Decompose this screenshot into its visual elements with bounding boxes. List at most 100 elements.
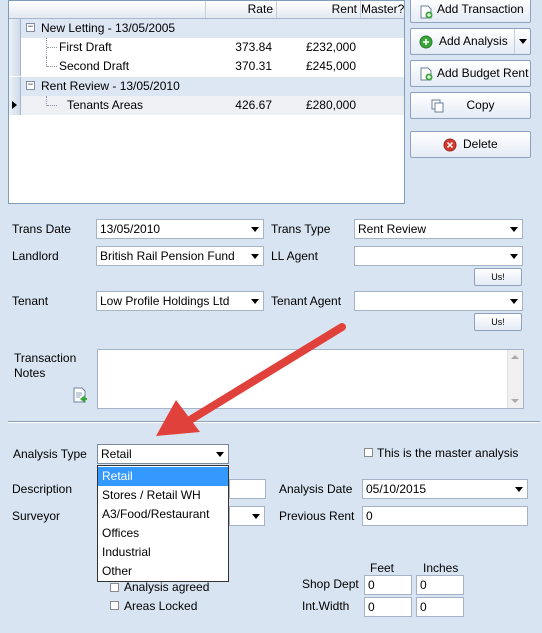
master-analysis-checkbox[interactable] — [364, 448, 373, 457]
table-row[interactable]: Second Draft 370.31 £245,000 — [9, 57, 404, 76]
column-header-rate[interactable]: Rate — [205, 1, 276, 18]
tenant-label: Tenant — [12, 294, 49, 308]
analysis-type-option-a3-food[interactable]: A3/Food/Restaurant — [98, 505, 228, 524]
analysis-type-value: Retail — [101, 447, 132, 461]
trans-date-dropdown[interactable] — [247, 220, 263, 238]
ll-agent-label: LL Agent — [271, 249, 318, 263]
trans-date-field[interactable]: 13/05/2010 — [96, 219, 264, 239]
surveyor-label: Surveyor — [12, 509, 61, 523]
previous-rent-field[interactable]: 0 — [362, 506, 528, 526]
ll-agent-select[interactable] — [354, 246, 523, 266]
column-header-master[interactable]: Master? — [360, 1, 404, 18]
delete-button[interactable]: Delete — [410, 131, 531, 158]
chevron-down-icon — [510, 254, 518, 259]
delete-icon — [443, 138, 457, 152]
tenant-dropdown[interactable] — [247, 292, 263, 310]
add-budget-rent-button[interactable]: Add Budget Rent — [410, 60, 531, 87]
tenant-select[interactable]: Low Profile Holdings Ltd — [96, 291, 264, 311]
tenant-agent-select[interactable] — [354, 291, 523, 311]
description-field[interactable] — [229, 479, 266, 499]
notes-scrollbar[interactable] — [507, 350, 523, 408]
analysis-type-option-stores[interactable]: Stores / Retail WH — [98, 486, 228, 505]
analysis-rate: 373.84 — [235, 40, 272, 54]
analysis-type-dropdown[interactable] — [212, 445, 228, 463]
int-width-feet-field[interactable]: 0 — [364, 597, 412, 617]
analysis-name: Tenants Areas — [67, 98, 144, 112]
surveyor-dropdown[interactable] — [248, 507, 264, 525]
trans-type-select[interactable]: Rent Review — [354, 219, 523, 239]
shop-dept-inches-value: 0 — [420, 578, 427, 592]
chevron-down-icon — [251, 254, 259, 259]
analysis-rate: 370.31 — [235, 59, 272, 73]
add-analysis-dropdown[interactable] — [514, 29, 530, 54]
trans-type-value: Rent Review — [358, 222, 427, 236]
ll-agent-dropdown[interactable] — [506, 247, 522, 265]
trans-date-label: Trans Date — [12, 222, 71, 236]
analysis-type-select[interactable]: Retail — [97, 444, 229, 464]
transactions-grid[interactable]: Rate Rent Master? − New Letting - 13/05/… — [8, 0, 405, 204]
analysis-rent: £232,000 — [305, 40, 356, 54]
transaction-notes-textarea[interactable] — [97, 349, 524, 409]
inches-header: Inches — [423, 561, 459, 575]
int-width-feet-value: 0 — [368, 600, 375, 614]
tenant-agent-us-button[interactable]: Us! — [474, 313, 522, 331]
chevron-down-icon — [216, 452, 224, 457]
landlord-dropdown[interactable] — [247, 247, 263, 265]
analysis-agreed-checkbox[interactable] — [110, 583, 119, 592]
feet-header: Feet — [370, 561, 395, 575]
ll-agent-us-button[interactable]: Us! — [474, 268, 522, 286]
copy-button[interactable]: Copy — [410, 92, 531, 119]
shop-dept-feet-field[interactable]: 0 — [364, 575, 412, 595]
description-label: Description — [12, 482, 73, 496]
trans-type-label: Trans Type — [271, 222, 331, 236]
analysis-date-dropdown[interactable] — [511, 480, 527, 498]
previous-rent-value: 0 — [366, 509, 373, 523]
grid-header: Rate Rent Master? — [9, 1, 404, 19]
chevron-down-icon — [252, 514, 260, 519]
analysis-rent: £245,000 — [305, 59, 356, 73]
int-width-inches-value: 0 — [420, 600, 427, 614]
areas-locked-checkbox[interactable] — [110, 601, 119, 610]
previous-rent-label: Previous Rent — [279, 509, 355, 523]
scroll-down-icon[interactable] — [511, 398, 519, 404]
chevron-down-icon — [251, 299, 259, 304]
add-circle-icon — [419, 35, 433, 49]
chevron-down-icon — [251, 227, 259, 232]
analysis-type-option-other[interactable]: Other — [98, 562, 228, 581]
analysis-type-options[interactable]: Retail Stores / Retail WH A3/Food/Restau… — [97, 465, 229, 582]
int-width-inches-field[interactable]: 0 — [416, 597, 464, 617]
analysis-name: Second Draft — [59, 59, 130, 73]
add-document-icon — [420, 5, 433, 19]
analysis-rent: £280,000 — [305, 98, 356, 112]
chevron-down-icon — [515, 487, 523, 492]
group-label: New Letting - 13/05/2005 — [41, 21, 176, 35]
add-analysis-button[interactable]: Add Analysis — [410, 28, 531, 55]
landlord-value: British Rail Pension Fund — [100, 249, 235, 263]
landlord-select[interactable]: British Rail Pension Fund — [96, 246, 264, 266]
analysis-type-option-industrial[interactable]: Industrial — [98, 543, 228, 562]
chevron-down-icon — [510, 299, 518, 304]
add-transaction-button[interactable]: Add Transaction — [410, 0, 531, 23]
tenant-agent-dropdown[interactable] — [506, 292, 522, 310]
group-row-rent-review[interactable]: − Rent Review - 13/05/2010 — [9, 77, 404, 96]
trans-date-value: 13/05/2010 — [100, 222, 161, 236]
collapse-icon[interactable]: − — [26, 81, 35, 90]
add-analysis-label: Add Analysis — [439, 34, 508, 48]
analysis-type-option-offices[interactable]: Offices — [98, 524, 228, 543]
table-row[interactable]: First Draft 373.84 £232,000 — [9, 38, 404, 57]
scroll-up-icon[interactable] — [511, 354, 519, 360]
shop-dept-inches-field[interactable]: 0 — [416, 575, 464, 595]
delete-label: Delete — [463, 137, 498, 151]
analysis-date-field[interactable]: 05/10/2015 — [362, 479, 528, 499]
add-transaction-label: Add Transaction — [437, 2, 524, 16]
landlord-label: Landlord — [12, 249, 59, 263]
trans-type-dropdown[interactable] — [506, 220, 522, 238]
analysis-type-option-retail[interactable]: Retail — [98, 467, 228, 486]
group-row-new-letting[interactable]: − New Letting - 13/05/2005 — [9, 19, 404, 38]
current-row-icon — [12, 101, 17, 109]
collapse-icon[interactable]: − — [26, 23, 35, 32]
table-row-selected[interactable]: Tenants Areas 426.67 £280,000 — [9, 96, 404, 115]
surveyor-select[interactable] — [229, 506, 265, 526]
notes-edit-icon[interactable] — [72, 387, 88, 403]
column-header-rent[interactable]: Rent — [276, 1, 360, 18]
